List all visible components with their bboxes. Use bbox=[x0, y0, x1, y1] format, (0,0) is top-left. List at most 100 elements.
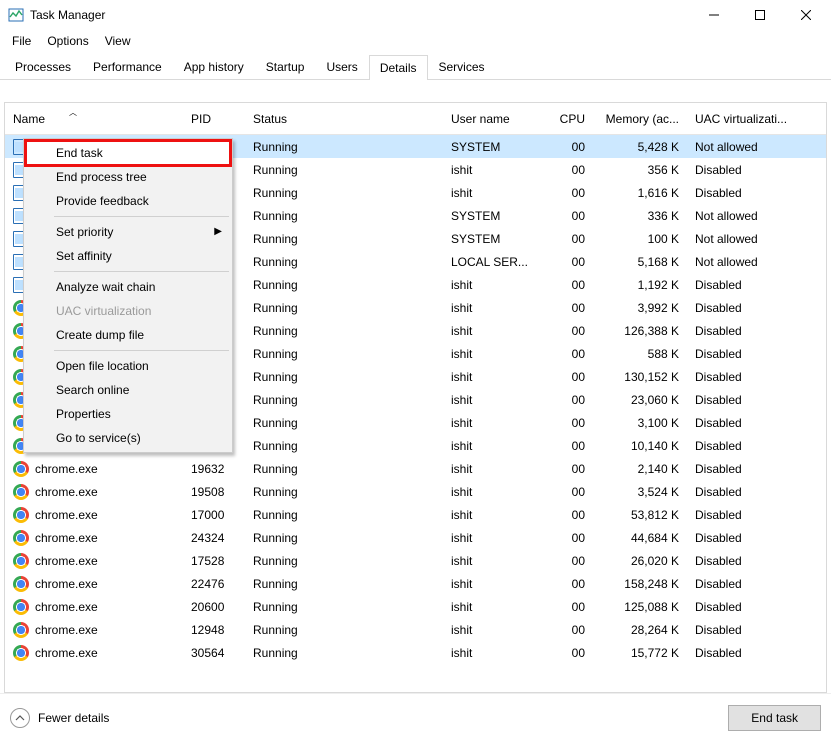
cell-cpu: 00 bbox=[549, 136, 593, 158]
menu-options[interactable]: Options bbox=[39, 32, 96, 50]
cell-user: ishit bbox=[443, 642, 549, 664]
table-row[interactable]: chrome.exe12948Runningishit0028,264 KDis… bbox=[5, 618, 826, 641]
chrome-icon bbox=[13, 576, 29, 592]
cell-cpu: 00 bbox=[549, 481, 593, 503]
table-row[interactable]: chrome.exe24324Runningishit0044,684 KDis… bbox=[5, 526, 826, 549]
col-uac[interactable]: UAC virtualizati... bbox=[687, 108, 826, 130]
col-mem[interactable]: Memory (ac... bbox=[593, 108, 687, 130]
minimize-button[interactable] bbox=[691, 0, 737, 30]
cell-user: ishit bbox=[443, 159, 549, 181]
table-row[interactable]: chrome.exe17528Runningishit0026,020 KDis… bbox=[5, 549, 826, 572]
ctx-end-task[interactable]: End task bbox=[26, 141, 230, 165]
menu-separator bbox=[54, 216, 229, 217]
menu-separator bbox=[54, 271, 229, 272]
cell-user: ishit bbox=[443, 481, 549, 503]
cell-cpu: 00 bbox=[549, 642, 593, 664]
tab-processes[interactable]: Processes bbox=[4, 54, 82, 79]
table-row[interactable]: chrome.exe20600Runningishit00125,088 KDi… bbox=[5, 595, 826, 618]
cell-status: Running bbox=[245, 527, 443, 549]
cell-mem: 44,684 K bbox=[593, 527, 687, 549]
ctx-properties[interactable]: Properties bbox=[26, 402, 230, 426]
col-status[interactable]: Status bbox=[245, 108, 443, 130]
tab-details[interactable]: Details bbox=[369, 55, 428, 80]
cell-name: chrome.exe bbox=[35, 646, 98, 660]
cell-mem: 28,264 K bbox=[593, 619, 687, 641]
chrome-icon bbox=[13, 507, 29, 523]
cell-uac: Disabled bbox=[687, 412, 826, 434]
cell-uac: Disabled bbox=[687, 619, 826, 641]
cell-cpu: 00 bbox=[549, 389, 593, 411]
cell-mem: 3,100 K bbox=[593, 412, 687, 434]
ctx-end-process-tree[interactable]: End process tree bbox=[26, 165, 230, 189]
cell-pid: 19508 bbox=[183, 481, 245, 503]
cell-mem: 23,060 K bbox=[593, 389, 687, 411]
fewer-details-button[interactable]: Fewer details bbox=[10, 708, 109, 728]
cell-status: Running bbox=[245, 366, 443, 388]
cell-status: Running bbox=[245, 458, 443, 480]
table-row[interactable]: chrome.exe19508Runningishit003,524 KDisa… bbox=[5, 480, 826, 503]
table-row[interactable]: chrome.exe17000Runningishit0053,812 KDis… bbox=[5, 503, 826, 526]
cell-cpu: 00 bbox=[549, 251, 593, 273]
cell-status: Running bbox=[245, 435, 443, 457]
cell-user: ishit bbox=[443, 435, 549, 457]
cell-uac: Disabled bbox=[687, 481, 826, 503]
cell-name: chrome.exe bbox=[35, 577, 98, 591]
menu-view[interactable]: View bbox=[97, 32, 139, 50]
tab-startup[interactable]: Startup bbox=[255, 54, 316, 79]
ctx-analyze-wait-chain[interactable]: Analyze wait chain bbox=[26, 275, 230, 299]
cell-user: ishit bbox=[443, 366, 549, 388]
titlebar: Task Manager bbox=[0, 0, 831, 30]
cell-cpu: 00 bbox=[549, 435, 593, 457]
table-row[interactable]: chrome.exe19632Runningishit002,140 KDisa… bbox=[5, 457, 826, 480]
cell-user: ishit bbox=[443, 182, 549, 204]
ctx-search-online[interactable]: Search online bbox=[26, 378, 230, 402]
cell-pid: 30564 bbox=[183, 642, 245, 664]
cell-mem: 100 K bbox=[593, 228, 687, 250]
cell-uac: Not allowed bbox=[687, 228, 826, 250]
cell-uac: Disabled bbox=[687, 182, 826, 204]
col-cpu[interactable]: CPU bbox=[549, 108, 593, 130]
cell-uac: Disabled bbox=[687, 159, 826, 181]
tab-apphistory[interactable]: App history bbox=[173, 54, 255, 79]
cell-name: chrome.exe bbox=[35, 531, 98, 545]
cell-status: Running bbox=[245, 343, 443, 365]
tab-users[interactable]: Users bbox=[315, 54, 368, 79]
tab-performance[interactable]: Performance bbox=[82, 54, 173, 79]
end-task-button[interactable]: End task bbox=[728, 705, 821, 731]
cell-status: Running bbox=[245, 136, 443, 158]
ctx-set-priority[interactable]: Set priority▶ bbox=[26, 220, 230, 244]
cell-uac: Disabled bbox=[687, 343, 826, 365]
menu-file[interactable]: File bbox=[4, 32, 39, 50]
col-name[interactable]: Name︿ bbox=[5, 108, 183, 130]
chrome-icon bbox=[13, 530, 29, 546]
cell-uac: Disabled bbox=[687, 389, 826, 411]
cell-mem: 5,168 K bbox=[593, 251, 687, 273]
cell-cpu: 00 bbox=[549, 205, 593, 227]
cell-pid: 22476 bbox=[183, 573, 245, 595]
cell-pid: 19632 bbox=[183, 458, 245, 480]
cell-user: ishit bbox=[443, 389, 549, 411]
cell-uac: Disabled bbox=[687, 504, 826, 526]
cell-status: Running bbox=[245, 619, 443, 641]
col-user[interactable]: User name bbox=[443, 108, 549, 130]
ctx-create-dump-file[interactable]: Create dump file bbox=[26, 323, 230, 347]
cell-name: chrome.exe bbox=[35, 485, 98, 499]
cell-mem: 356 K bbox=[593, 159, 687, 181]
ctx-go-to-service-s-[interactable]: Go to service(s) bbox=[26, 426, 230, 450]
maximize-button[interactable] bbox=[737, 0, 783, 30]
cell-cpu: 00 bbox=[549, 366, 593, 388]
ctx-provide-feedback[interactable]: Provide feedback bbox=[26, 189, 230, 213]
table-row[interactable]: chrome.exe22476Runningishit00158,248 KDi… bbox=[5, 572, 826, 595]
cell-status: Running bbox=[245, 481, 443, 503]
ctx-set-affinity[interactable]: Set affinity bbox=[26, 244, 230, 268]
close-button[interactable] bbox=[783, 0, 829, 30]
ctx-open-file-location[interactable]: Open file location bbox=[26, 354, 230, 378]
cell-pid: 20600 bbox=[183, 596, 245, 618]
cell-user: ishit bbox=[443, 573, 549, 595]
cell-status: Running bbox=[245, 642, 443, 664]
tab-services[interactable]: Services bbox=[428, 54, 496, 79]
chrome-icon bbox=[13, 484, 29, 500]
col-pid[interactable]: PID bbox=[183, 108, 245, 130]
cell-status: Running bbox=[245, 159, 443, 181]
table-row[interactable]: chrome.exe30564Runningishit0015,772 KDis… bbox=[5, 641, 826, 664]
